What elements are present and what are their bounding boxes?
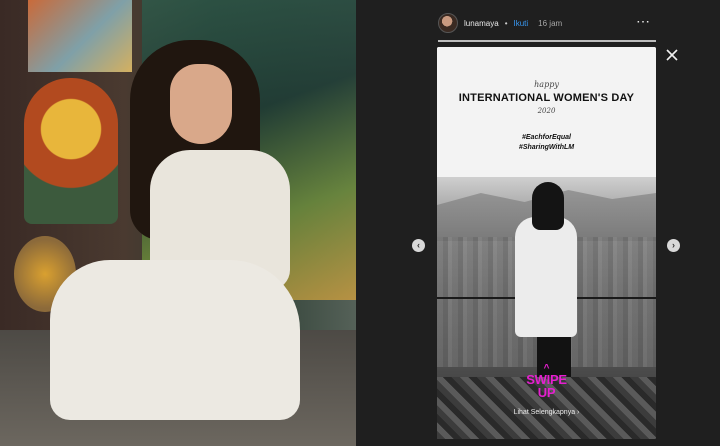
story-progress-bar	[438, 40, 656, 42]
follow-button[interactable]: Ikuti	[514, 19, 529, 28]
story-text-area: happy INTERNATIONAL WOMEN'S DAY 2020 #Ea…	[437, 47, 656, 187]
story-hashtags: #EachforEqual #SharingWithLM	[437, 133, 656, 153]
mural-tile	[28, 0, 132, 72]
hashtag: #SharingWithLM	[518, 144, 575, 151]
story-title: INTERNATIONAL WOMEN'S DAY	[458, 92, 635, 104]
close-icon[interactable]	[664, 47, 680, 63]
separator-dot: •	[504, 18, 508, 28]
story-header: lunamaya • Ikuti 16 jam	[438, 12, 562, 34]
post-photo-left	[0, 0, 356, 446]
post-timestamp: 16 jam	[538, 18, 563, 28]
swipe-up-label: UP	[537, 385, 556, 400]
see-more-label: Lihat Selengkapnya	[513, 409, 576, 416]
hashtag: #EachforEqual	[521, 134, 571, 141]
person-figure	[170, 64, 232, 144]
previous-story-button[interactable]: ‹	[412, 239, 425, 252]
mona-lisa-mosaic	[24, 78, 118, 224]
more-options-icon[interactable]: ⋯	[636, 14, 651, 28]
person-figure	[50, 260, 300, 420]
story-happy-text: happy	[534, 80, 559, 89]
next-story-button[interactable]: ›	[667, 239, 680, 252]
woman-figure	[515, 217, 577, 337]
progress-segment	[438, 40, 656, 42]
woman-figure	[532, 182, 564, 230]
story-frame[interactable]: happy INTERNATIONAL WOMEN'S DAY 2020 #Ea…	[437, 47, 656, 439]
chevron-right-icon: ›	[577, 409, 580, 416]
swipe-up-cta[interactable]: ^ SWIPE UP	[437, 364, 656, 400]
avatar[interactable]	[438, 13, 458, 33]
story-year: 2020	[537, 107, 556, 115]
username-link[interactable]: lunamaya	[464, 19, 499, 28]
see-more-link[interactable]: Lihat Selengkapnya ›	[437, 409, 656, 416]
